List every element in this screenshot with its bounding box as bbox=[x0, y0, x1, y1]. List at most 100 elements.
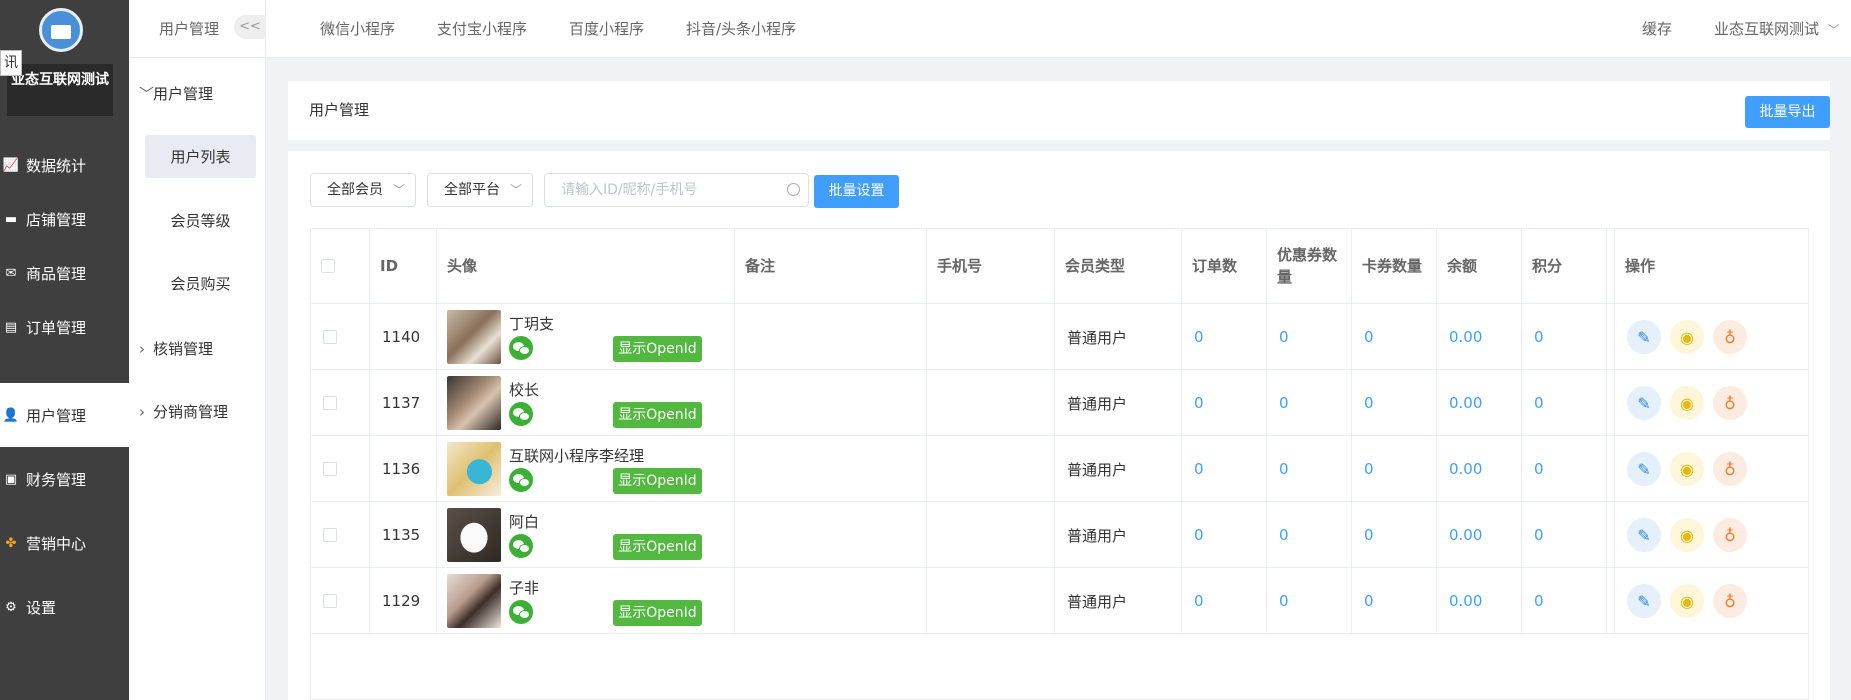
cell-balance[interactable]: 0.00 bbox=[1437, 370, 1522, 436]
user-nickname: 丁玥支 bbox=[509, 315, 555, 333]
cell-coupons[interactable]: 0 bbox=[1267, 304, 1352, 370]
cell-balance[interactable]: 0.00 bbox=[1437, 304, 1522, 370]
row-select-cell bbox=[311, 568, 370, 634]
cell-id: 1135 bbox=[370, 502, 437, 568]
header-points: 积分 bbox=[1522, 229, 1607, 304]
sidebar-item-orders[interactable]: ▤ 订单管理 bbox=[0, 295, 129, 359]
row-checkbox[interactable] bbox=[323, 396, 337, 410]
cell-points[interactable]: 0 bbox=[1522, 370, 1607, 436]
order-icon: ▤ bbox=[4, 319, 18, 335]
tab-wechat-miniprogram[interactable]: 微信小程序 bbox=[320, 0, 395, 58]
row-checkbox[interactable] bbox=[323, 330, 337, 344]
cell-balance[interactable]: 0.00 bbox=[1437, 568, 1522, 634]
cell-coupons[interactable]: 0 bbox=[1267, 568, 1352, 634]
cell-gap bbox=[1607, 370, 1615, 436]
sub-group-verification[interactable]: › 核销管理 bbox=[139, 338, 213, 359]
header-member-type: 会员类型 bbox=[1055, 229, 1182, 304]
money-bag-icon[interactable]: ♁ bbox=[1713, 584, 1747, 618]
coins-icon[interactable]: ◉ bbox=[1670, 320, 1704, 354]
cell-balance[interactable]: 0.00 bbox=[1437, 436, 1522, 502]
sidebar-item-label: 设置 bbox=[26, 598, 57, 617]
tab-douyin-miniprogram[interactable]: 抖音/头条小程序 bbox=[686, 0, 796, 58]
show-openid-button[interactable]: 显示OpenId bbox=[613, 468, 702, 494]
table-row: 1136 互联网小程序李经理 显示OpenId 普通用户 0 0 0 0.00 … bbox=[311, 436, 1808, 502]
cell-phone bbox=[927, 370, 1055, 436]
cell-orders[interactable]: 0 bbox=[1182, 568, 1267, 634]
cell-orders[interactable]: 0 bbox=[1182, 502, 1267, 568]
sidebar-item-marketing[interactable]: ✤ 营销中心 bbox=[0, 511, 129, 575]
search-input[interactable]: 请输入ID/昵称/手机号 bbox=[544, 173, 809, 207]
show-openid-button[interactable]: 显示OpenId bbox=[613, 336, 702, 362]
sub-item-member-level[interactable]: 会员等级 bbox=[145, 199, 256, 242]
account-menu[interactable]: 业态互联网测试 ﹀ bbox=[1714, 0, 1840, 58]
marketing-icon: ✤ bbox=[5, 535, 17, 551]
edit-icon[interactable]: ✎ bbox=[1627, 386, 1661, 420]
edit-icon[interactable]: ✎ bbox=[1627, 584, 1661, 618]
sub-group-distributor[interactable]: › 分销商管理 bbox=[139, 401, 228, 422]
sidebar-item-finance[interactable]: ▣ 财务管理 bbox=[0, 447, 129, 511]
money-bag-icon[interactable]: ♁ bbox=[1713, 386, 1747, 420]
cell-avatar: 丁玥支 显示OpenId bbox=[437, 304, 735, 370]
cell-orders[interactable]: 0 bbox=[1182, 370, 1267, 436]
cell-cards[interactable]: 0 bbox=[1352, 568, 1437, 634]
cell-points[interactable]: 0 bbox=[1522, 568, 1607, 634]
table-row: 1137 校长 显示OpenId 普通用户 0 0 0 0.00 0 ✎ ◉ ♁ bbox=[311, 370, 1808, 436]
money-bag-icon[interactable]: ♁ bbox=[1713, 320, 1747, 354]
cell-coupons[interactable]: 0 bbox=[1267, 436, 1352, 502]
coins-icon[interactable]: ◉ bbox=[1670, 584, 1704, 618]
cell-ops: ✎ ◉ ♁ bbox=[1615, 436, 1808, 502]
floating-char: 讯 bbox=[0, 50, 22, 76]
sidebar-item-users[interactable]: 👤 用户管理 bbox=[0, 383, 129, 447]
batch-settings-button[interactable]: 批量设置 bbox=[814, 175, 899, 208]
sub-item-member-purchase[interactable]: 会员购买 bbox=[145, 262, 256, 305]
cell-coupons[interactable]: 0 bbox=[1267, 370, 1352, 436]
cache-button[interactable]: 缓存 bbox=[1642, 0, 1672, 58]
cell-cards[interactable]: 0 bbox=[1352, 436, 1437, 502]
cell-balance[interactable]: 0.00 bbox=[1437, 502, 1522, 568]
show-openid-button[interactable]: 显示OpenId bbox=[613, 534, 702, 560]
header-orders: 订单数 bbox=[1182, 229, 1267, 304]
cell-points[interactable]: 0 bbox=[1522, 436, 1607, 502]
cell-orders[interactable]: 0 bbox=[1182, 436, 1267, 502]
show-openid-button[interactable]: 显示OpenId bbox=[613, 402, 702, 428]
money-bag-icon[interactable]: ♁ bbox=[1713, 452, 1747, 486]
sub-item-user-list[interactable]: 用户列表 bbox=[145, 135, 256, 178]
edit-icon[interactable]: ✎ bbox=[1627, 320, 1661, 354]
cell-cards[interactable]: 0 bbox=[1352, 502, 1437, 568]
header-select-all bbox=[311, 229, 370, 304]
member-filter-select[interactable]: 全部会员 ﹀ bbox=[310, 173, 416, 207]
coins-icon[interactable]: ◉ bbox=[1670, 452, 1704, 486]
user-nickname: 互联网小程序李经理 bbox=[509, 447, 645, 465]
cell-orders[interactable]: 0 bbox=[1182, 304, 1267, 370]
tab-baidu-miniprogram[interactable]: 百度小程序 bbox=[569, 0, 644, 58]
search-icon[interactable] bbox=[787, 183, 800, 196]
edit-icon[interactable]: ✎ bbox=[1627, 518, 1661, 552]
coins-icon[interactable]: ◉ bbox=[1670, 386, 1704, 420]
cell-ops: ✎ ◉ ♁ bbox=[1615, 370, 1808, 436]
row-checkbox[interactable] bbox=[323, 528, 337, 542]
select-all-checkbox[interactable] bbox=[321, 259, 335, 273]
edit-icon[interactable]: ✎ bbox=[1627, 452, 1661, 486]
cell-coupons[interactable]: 0 bbox=[1267, 502, 1352, 568]
cell-id: 1137 bbox=[370, 370, 437, 436]
coins-icon[interactable]: ◉ bbox=[1670, 518, 1704, 552]
row-checkbox[interactable] bbox=[323, 462, 337, 476]
chevron-down-icon: ﹀ bbox=[1827, 23, 1840, 37]
show-openid-button[interactable]: 显示OpenId bbox=[613, 600, 702, 626]
user-icon: 👤 bbox=[2, 407, 20, 423]
sidebar-item-settings[interactable]: ⚙ 设置 bbox=[0, 575, 129, 639]
cell-remark bbox=[735, 304, 927, 370]
batch-export-button[interactable]: 批量导出 bbox=[1745, 96, 1830, 128]
collapse-button[interactable]: << bbox=[234, 15, 266, 39]
cell-cards[interactable]: 0 bbox=[1352, 304, 1437, 370]
cell-points[interactable]: 0 bbox=[1522, 304, 1607, 370]
row-select-cell bbox=[311, 436, 370, 502]
money-bag-icon[interactable]: ♁ bbox=[1713, 518, 1747, 552]
store-logo-icon bbox=[39, 8, 83, 52]
row-checkbox[interactable] bbox=[323, 594, 337, 608]
tab-alipay-miniprogram[interactable]: 支付宝小程序 bbox=[437, 0, 527, 58]
cell-cards[interactable]: 0 bbox=[1352, 370, 1437, 436]
sub-group-user-management[interactable]: ﹀用户管理 bbox=[139, 83, 213, 104]
platform-filter-select[interactable]: 全部平台 ﹀ bbox=[427, 173, 533, 207]
cell-points[interactable]: 0 bbox=[1522, 502, 1607, 568]
